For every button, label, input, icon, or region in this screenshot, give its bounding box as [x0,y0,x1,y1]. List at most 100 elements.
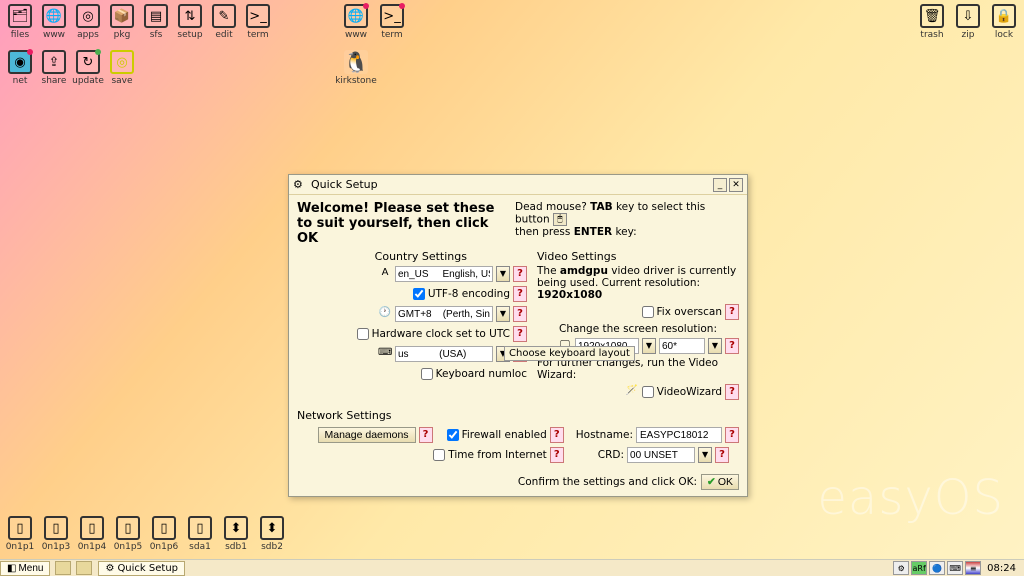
drive-icon: ▯ [44,516,68,540]
videowizard-checkbox[interactable] [642,386,654,398]
refresh-select[interactable] [659,338,705,354]
desktop-icon-setup[interactable]: ⇅setup [174,4,206,44]
tray-keyboard-icon[interactable]: ⌨ [947,561,963,575]
taskbar-clock[interactable]: 08:24 [983,563,1020,574]
terminal-icon: >_ [246,4,270,28]
mouse-icon-button[interactable]: 🖱 [553,213,567,226]
desktop-icon-www-container[interactable]: 🌐www [340,4,372,44]
hwclock-checkbox[interactable] [357,328,369,340]
save-icon: ◎ [110,50,134,74]
utf8-label: UTF-8 encoding [428,288,510,300]
drive-0n1p3[interactable]: ▯0n1p3 [40,516,72,556]
desktop-icon-sfs[interactable]: ▤sfs [140,4,172,44]
pkg-icon: 📦 [110,4,134,28]
crd-select[interactable] [627,447,695,463]
keyboard-tooltip: Choose keyboard layout [504,346,635,361]
setup-icon: ⇅ [178,4,202,28]
help-button[interactable]: ? [513,326,527,342]
help-button[interactable]: ? [725,304,739,320]
chevron-down-icon[interactable]: ▼ [496,266,510,282]
help-button[interactable]: ? [725,427,739,443]
manage-daemons-button[interactable]: Manage daemons [318,427,416,443]
chevron-down-icon[interactable]: ▼ [496,306,510,322]
chevron-down-icon[interactable]: ▼ [642,338,656,354]
drive-sdb1[interactable]: ⬍sdb1 [220,516,252,556]
desktop-icon-pkg[interactable]: 📦pkg [106,4,138,44]
desktop-icon-apps[interactable]: ◎apps [72,4,104,44]
chevron-down-icon[interactable]: ▼ [708,338,722,354]
desktop-icon-kirkstone[interactable]: 🐧kirkstone [340,50,372,90]
desktop-icons-top-left: 🗂files 🌐www ◎apps 📦pkg ▤sfs ⇅setup ✎edit… [4,4,304,90]
time-internet-label: Time from Internet [448,449,547,461]
desktop-icon-zip[interactable]: ⇩zip [952,4,984,44]
drive-icons: ▯0n1p1 ▯0n1p3 ▯0n1p4 ▯0n1p5 ▯0n1p6 ▯sda1… [4,516,288,556]
locale-select[interactable] [395,266,493,282]
taskbar: ◧Menu ⚙Quick Setup ⚙ aRf 🔵 ⌨ ≡ 08:24 [0,559,1024,576]
tray-bluetooth-icon[interactable]: 🔵 [929,561,945,575]
check-icon: ✔ [707,476,716,488]
tray-flag-icon[interactable]: ≡ [965,561,981,575]
lock-icon: 🔒 [992,4,1016,28]
tray-arf-icon[interactable]: aRf [911,561,927,575]
titlebar[interactable]: ⚙ Quick Setup _ ✕ [289,175,747,195]
drive-0n1p5[interactable]: ▯0n1p5 [112,516,144,556]
quick-setup-dialog: ⚙ Quick Setup _ ✕ Welcome! Please set th… [288,174,748,497]
taskbar-item-quicksetup[interactable]: ⚙Quick Setup [98,561,185,576]
desktop-icon-save[interactable]: ◎save [106,50,138,90]
terminal-icon: >_ [380,4,404,28]
help-button[interactable]: ? [513,306,527,322]
chevron-down-icon[interactable]: ▼ [698,447,712,463]
hostname-label: Hostname: [576,429,633,441]
help-button[interactable]: ? [725,384,739,400]
drive-0n1p6[interactable]: ▯0n1p6 [148,516,180,556]
close-button[interactable]: ✕ [729,178,743,192]
time-internet-checkbox[interactable] [433,449,445,461]
help-button[interactable]: ? [550,447,564,463]
desktop-icon-share[interactable]: ⇪share [38,50,70,90]
help-button[interactable]: ? [513,266,527,282]
change-res-label: Change the screen resolution: [537,323,739,335]
overscan-checkbox[interactable] [642,306,654,318]
ok-button[interactable]: ✔OK [701,474,739,490]
numlock-checkbox[interactable] [421,368,433,380]
crd-label: CRD: [598,449,624,461]
help-button[interactable]: ? [715,447,729,463]
desktop-icon-lock[interactable]: 🔒lock [988,4,1020,44]
os-watermark: easyOS [817,470,1004,526]
drive-sda1[interactable]: ▯sda1 [184,516,216,556]
globe-icon: 🌐 [344,4,368,28]
drive-0n1p4[interactable]: ▯0n1p4 [76,516,108,556]
help-button[interactable]: ? [550,427,564,443]
menu-icon: ◧ [7,563,16,574]
desktop-icon-term-container[interactable]: >_term [376,4,408,44]
clock-icon: 🕐 [378,307,392,321]
help-button[interactable]: ? [725,338,739,354]
drive-sdb2[interactable]: ⬍sdb2 [256,516,288,556]
desktop-icon-files[interactable]: 🗂files [4,4,36,44]
keyboard-select[interactable] [395,346,493,362]
minimize-button[interactable]: _ [713,178,727,192]
tray-settings-icon[interactable]: ⚙ [893,561,909,575]
desktop-icon-edit[interactable]: ✎edit [208,4,240,44]
usb-icon: ⬍ [260,516,284,540]
desktop-icon-www[interactable]: 🌐www [38,4,70,44]
utf8-checkbox[interactable] [413,288,425,300]
country-settings-heading: Country Settings [297,250,527,263]
desktop-icon-update[interactable]: ↻update [72,50,104,90]
drive-icon: ▯ [8,516,32,540]
desktop-pager-1[interactable] [55,561,71,575]
drive-0n1p1[interactable]: ▯0n1p1 [4,516,36,556]
help-button[interactable]: ? [419,427,433,443]
firewall-checkbox[interactable] [447,429,459,441]
desktop-icon-term[interactable]: >_term [242,4,274,44]
help-button[interactable]: ? [513,286,527,302]
menu-button[interactable]: ◧Menu [0,561,50,576]
timezone-select[interactable] [395,306,493,322]
desktop-icon-trash[interactable]: 🗑trash [916,4,948,44]
drive-icon: ▯ [188,516,212,540]
desktop-pager-2[interactable] [76,561,92,575]
numlock-label: Keyboard numloc [436,368,527,380]
desktop-icon-net[interactable]: ◉net [4,50,36,90]
globe-icon: 🌐 [42,4,66,28]
hostname-input[interactable] [636,427,722,443]
